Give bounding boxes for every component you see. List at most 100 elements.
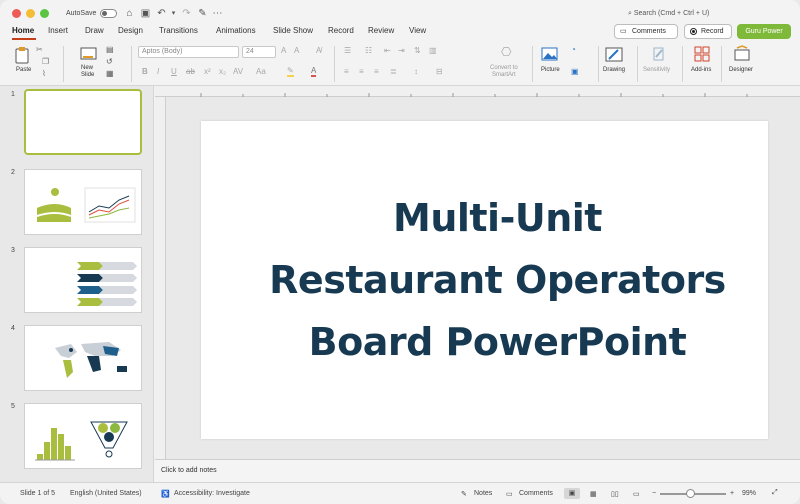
format-painter-icon[interactable]: ✎: [197, 8, 208, 19]
autosave-toggle[interactable]: [100, 9, 117, 18]
columns-icon[interactable]: ▥: [429, 46, 437, 55]
underline-icon[interactable]: U: [171, 67, 177, 76]
tab-view[interactable]: View: [409, 26, 426, 35]
tab-design[interactable]: Design: [118, 26, 143, 35]
designer-icon[interactable]: [733, 45, 751, 63]
slide-thumbnail-5[interactable]: [24, 403, 142, 469]
change-case-icon[interactable]: Aa: [256, 67, 266, 76]
format-brush-icon[interactable]: ⌇: [42, 69, 46, 78]
notes-icon[interactable]: ✎: [461, 490, 467, 498]
accessibility-icon[interactable]: ♿: [161, 490, 170, 498]
guru-power-button[interactable]: Guru Power: [737, 24, 791, 39]
slide-thumbnail-2[interactable]: [24, 169, 142, 235]
slide-thumbnail-3[interactable]: [24, 247, 142, 313]
text-box-icon[interactable]: ▣: [571, 67, 579, 76]
text-direction-icon[interactable]: ⇅: [414, 46, 421, 55]
tab-review[interactable]: Review: [368, 26, 394, 35]
tab-record[interactable]: Record: [328, 26, 354, 35]
comment-icon: ▭: [620, 28, 627, 35]
drawing-label: Drawing: [603, 67, 626, 73]
minimize-window-button[interactable]: [26, 9, 35, 18]
record-button[interactable]: Record: [684, 24, 732, 39]
add-ins-icon[interactable]: [694, 46, 710, 62]
record-icon: [690, 28, 697, 35]
slide-sorter-icon[interactable]: ▦: [590, 490, 597, 498]
accessibility-status[interactable]: Accessibility: Investigate: [174, 490, 250, 497]
title-placeholder[interactable]: Multi-Unit Restaurant Operators Board Po…: [201, 121, 768, 439]
redo-icon[interactable]: ↷: [181, 8, 192, 19]
superscript-icon[interactable]: x²: [204, 67, 211, 76]
tab-transitions[interactable]: Transitions: [159, 26, 198, 35]
font-color-icon[interactable]: A: [311, 66, 317, 77]
search-field[interactable]: ⌕ Search (Cmd + Ctrl + U): [628, 10, 709, 18]
vertical-ruler[interactable]: [155, 97, 166, 459]
slide-thumbnail-4[interactable]: [24, 325, 142, 391]
slide-canvas[interactable]: Multi-Unit Restaurant Operators Board Po…: [201, 121, 768, 439]
decrease-indent-icon[interactable]: ⇤: [384, 46, 391, 55]
reading-view-icon[interactable]: ▯▯: [611, 490, 619, 498]
italic-icon[interactable]: I: [157, 67, 159, 76]
highlight-icon[interactable]: ✎: [287, 66, 294, 77]
align-left-icon[interactable]: ≡: [344, 67, 349, 76]
picture-icon[interactable]: [541, 46, 559, 62]
more-icon[interactable]: ⋯: [212, 8, 223, 19]
line-spacing-icon[interactable]: ↕: [414, 67, 418, 76]
zoom-out-icon[interactable]: −: [652, 490, 656, 497]
cut-icon[interactable]: ✂: [36, 45, 43, 54]
tab-animations[interactable]: Animations: [216, 26, 256, 35]
new-slide-icon[interactable]: [80, 47, 98, 63]
notes-pane[interactable]: Click to add notes: [155, 459, 800, 482]
strikethrough-icon[interactable]: ab: [186, 67, 195, 76]
slide-thumbnail-1[interactable]: [24, 89, 142, 155]
increase-indent-icon[interactable]: ⇥: [398, 46, 405, 55]
font-size-dropdown[interactable]: 24: [242, 46, 276, 58]
normal-view-icon[interactable]: ▣: [564, 488, 580, 499]
align-text-icon[interactable]: ⊟: [436, 67, 443, 76]
slide-number: 2: [11, 169, 15, 176]
comments-toggle[interactable]: Comments: [519, 490, 553, 497]
smartart-icon[interactable]: ⎔: [501, 45, 511, 59]
bold-icon[interactable]: B: [142, 67, 148, 76]
align-center-icon[interactable]: ≡: [359, 67, 364, 76]
subscript-icon[interactable]: x₂: [219, 67, 226, 76]
comments-icon[interactable]: ▭: [506, 490, 513, 498]
tab-home[interactable]: Home: [12, 26, 34, 35]
language-indicator[interactable]: English (United States): [70, 490, 142, 497]
horizontal-ruler[interactable]: [155, 86, 800, 97]
comments-button[interactable]: ▭ Comments: [614, 24, 678, 39]
autosave-label: AutoSave: [66, 10, 97, 17]
justify-icon[interactable]: ≣: [390, 67, 397, 76]
tab-draw[interactable]: Draw: [85, 26, 104, 35]
copy-icon[interactable]: ❐: [42, 57, 49, 66]
numbering-icon[interactable]: ☷: [365, 46, 372, 55]
layout-icon[interactable]: ▤: [106, 45, 114, 54]
font-name-dropdown[interactable]: Aptos (Body): [138, 46, 239, 58]
increase-font-icon[interactable]: A: [281, 46, 286, 55]
zoom-window-button[interactable]: [40, 9, 49, 18]
decrease-font-icon[interactable]: A: [294, 46, 299, 55]
paste-icon[interactable]: [14, 46, 32, 64]
notes-toggle[interactable]: Notes: [474, 490, 492, 497]
drawing-icon[interactable]: [604, 46, 624, 64]
character-spacing-icon[interactable]: AV: [233, 67, 243, 76]
clear-format-icon[interactable]: A̸: [316, 46, 321, 55]
save-icon[interactable]: ▣: [140, 8, 151, 19]
undo-dropdown-icon[interactable]: ▾: [168, 8, 179, 19]
align-right-icon[interactable]: ≡: [374, 67, 379, 76]
zoom-in-icon[interactable]: +: [730, 490, 734, 497]
slide-number: 1: [11, 91, 15, 98]
home-icon[interactable]: ⌂: [124, 8, 135, 19]
section-icon[interactable]: ▦: [106, 69, 114, 78]
undo-icon[interactable]: ↶: [156, 8, 167, 19]
reset-icon[interactable]: ↺: [106, 57, 113, 66]
sensitivity-icon[interactable]: [651, 45, 667, 63]
zoom-percent[interactable]: 99%: [742, 490, 756, 497]
fit-to-window-icon[interactable]: ⤢: [772, 489, 778, 497]
slide-show-icon[interactable]: ▭: [633, 490, 640, 498]
close-window-button[interactable]: [12, 9, 21, 18]
tab-insert[interactable]: Insert: [48, 26, 68, 35]
bullets-icon[interactable]: ☰: [344, 46, 351, 55]
shapes-icon[interactable]: ◔: [571, 45, 576, 54]
zoom-slider-knob[interactable]: [686, 489, 695, 498]
tab-slide-show[interactable]: Slide Show: [273, 26, 313, 35]
